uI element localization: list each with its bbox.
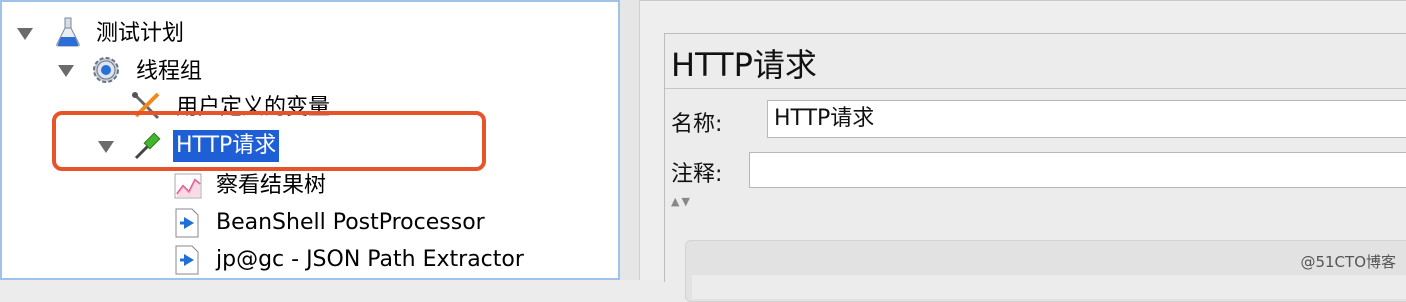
postprocessor-icon (175, 208, 199, 238)
tree-item-thread-group[interactable]: 线程组 (136, 56, 202, 88)
tree-item-test-plan[interactable]: 测试计划 (96, 18, 184, 50)
editor-body: HTTP请求 名称: HTTP请求 注释: ▲▼ (664, 33, 1406, 302)
highlight-annotation-box (52, 111, 486, 171)
flask-icon (56, 17, 80, 47)
collapse-arrows-icon[interactable]: ▲▼ (671, 195, 692, 208)
comment-field[interactable] (749, 152, 1406, 188)
request-settings-inner (692, 275, 1406, 299)
watermark: @51CTO博客 (1300, 253, 1396, 271)
editor-title: HTTP请求 (671, 46, 817, 84)
name-label: 名称: (671, 112, 723, 137)
tree-item-view-results-tree[interactable]: 察看结果树 (216, 170, 326, 202)
http-request-editor: HTTP请求 名称: HTTP请求 注释: ▲▼ @51CTO博客 (640, 0, 1406, 302)
comment-label: 注释: (671, 162, 723, 187)
test-plan-tree: 测试计划 线程组 用户定义的变量 HTTP请求 察看结果树 BeanShell … (0, 0, 620, 280)
expand-arrow-icon[interactable] (17, 28, 33, 40)
postprocessor-icon (175, 245, 199, 275)
expand-arrow-icon[interactable] (58, 65, 74, 77)
request-settings-panel (685, 240, 1406, 302)
name-field[interactable]: HTTP请求 (767, 100, 1406, 138)
panel-splitter[interactable] (620, 0, 640, 280)
gear-icon (93, 57, 119, 83)
divider (665, 88, 1406, 89)
tree-item-beanshell-postprocessor[interactable]: BeanShell PostProcessor (216, 207, 485, 239)
tree-item-json-path-extractor[interactable]: jp@gc - JSON Path Extractor (216, 244, 524, 276)
chart-icon (174, 173, 202, 199)
